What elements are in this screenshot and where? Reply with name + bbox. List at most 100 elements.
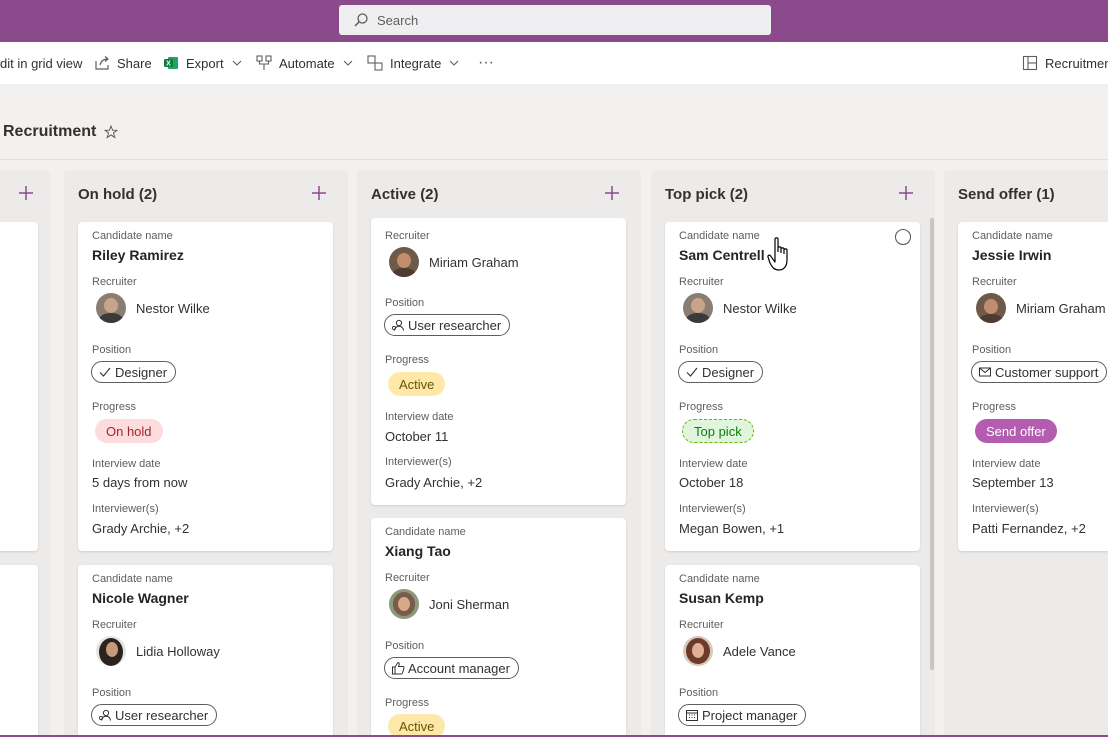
candidate-card[interactable]: Candidate name Xiang Tao Recruiter Joni … (371, 518, 626, 737)
board-column-active: Active (2) Recruiter Miriam Graham Posit… (357, 170, 641, 737)
column-title: Active (2) (371, 186, 439, 203)
add-card-icon[interactable] (897, 184, 915, 202)
automate-icon (256, 55, 272, 71)
interviewers-label: Interviewer(s) (679, 503, 746, 515)
interview-date-label: Interview date (385, 411, 454, 423)
candidate-name: Xiang Tao (385, 543, 451, 559)
position-tag: Designer (678, 361, 764, 383)
checkmark-icon (685, 365, 699, 379)
position-label: Position (972, 344, 1012, 356)
checkmark-icon (98, 365, 112, 379)
recruiter-name: Miriam Graham (1016, 300, 1106, 316)
app-header: Search (0, 0, 1108, 42)
candidate-card[interactable]: Candidate name Susan Kemp Recruiter Adel… (665, 565, 920, 737)
avatar (96, 636, 126, 666)
interviewers-label: Interviewer(s) (92, 503, 159, 515)
edit-grid-view-label: dit in grid view (0, 55, 83, 71)
board-column-send-offer: Send offer (1) Candidate name Jessie Irw… (944, 170, 1108, 737)
share-label: Share (117, 55, 152, 71)
share-button[interactable]: Share (94, 42, 152, 84)
hand-cursor-icon (767, 237, 788, 271)
candidate-name: Susan Kemp (679, 590, 764, 606)
candidate-card[interactable]: Recruiter Miriam Graham Position User re… (371, 218, 626, 505)
recruiter-name: Miriam Graham (429, 254, 519, 270)
candidate-name-label: Candidate name (92, 230, 173, 242)
avatar (683, 636, 713, 666)
interviewers: Grady Archie, +2 (92, 521, 190, 536)
candidate-card[interactable]: Candidate name Riley Ramirez Recruiter N… (78, 222, 333, 551)
chevron-down-icon (232, 58, 242, 68)
candidate-card[interactable] (0, 222, 38, 551)
candidate-card[interactable]: Candidate name Nicole Wagner Recruiter L… (78, 565, 333, 737)
select-card-checkbox[interactable] (894, 228, 912, 246)
interviewers: Megan Bowen, +1 (679, 521, 785, 536)
candidate-name-label: Candidate name (679, 573, 760, 585)
calendar-icon (685, 708, 699, 722)
position-label: Position (385, 297, 425, 309)
more-button[interactable]: ··· (478, 42, 494, 84)
avatar (96, 293, 126, 323)
recruiter-label: Recruiter (679, 619, 724, 631)
position-tag: User researcher (384, 314, 511, 336)
view-switcher[interactable]: Recruitmen (1022, 42, 1108, 84)
integrate-button[interactable]: Integrate (367, 42, 459, 84)
interview-date-label: Interview date (92, 458, 161, 470)
position-tag: User researcher (91, 704, 218, 726)
candidate-card[interactable] (0, 565, 38, 737)
integrate-label: Integrate (390, 55, 442, 71)
position-value: Account manager (408, 660, 510, 676)
candidate-name-label: Candidate name (972, 230, 1053, 242)
position-value: Designer (115, 364, 168, 380)
automate-button[interactable]: Automate (256, 42, 353, 84)
position-tag: Project manager (678, 704, 807, 726)
export-button[interactable]: X Export (163, 42, 242, 84)
recruiter-name: Lidia Holloway (136, 643, 220, 659)
column-scrollbar[interactable] (930, 218, 934, 670)
board-column-top-pick: Top pick (2) Candidate name Sam Centrell… (651, 170, 935, 737)
recruiter-name: Joni Sherman (429, 596, 510, 612)
avatar (683, 293, 713, 323)
chevron-down-icon (343, 58, 353, 68)
recruiter-label: Recruiter (385, 572, 430, 584)
edit-grid-view-button[interactable]: dit in grid view (0, 42, 82, 84)
chevron-down-icon (449, 58, 459, 68)
interview-date: September 13 (972, 475, 1054, 490)
favorite-star-icon[interactable] (104, 125, 118, 139)
position-label: Position (679, 344, 719, 356)
recruiter: Miriam Graham (976, 293, 1106, 323)
interviewers: Patti Fernandez, +2 (972, 521, 1086, 536)
add-card-icon[interactable] (603, 184, 621, 202)
search-box[interactable]: Search (339, 5, 771, 35)
recruiter: Nestor Wilke (96, 293, 210, 323)
progress-pill: Active (388, 372, 446, 396)
interviewers-label: Interviewer(s) (972, 503, 1039, 515)
progress-label: Progress (385, 697, 430, 709)
interview-date: October 11 (385, 429, 449, 444)
more-icon: ··· (478, 54, 494, 71)
search-icon (354, 13, 368, 27)
share-icon (94, 55, 110, 71)
recruiter: Miriam Graham (389, 247, 519, 277)
export-label: Export (186, 55, 224, 71)
recruiter-label: Recruiter (385, 230, 430, 242)
progress-label: Progress (92, 401, 137, 413)
column-title: On hold (2) (78, 186, 158, 203)
interview-date: 5 days from now (92, 475, 188, 490)
progress-label: Progress (972, 401, 1017, 413)
progress-pill: Active (388, 714, 446, 737)
progress-pill: On hold (95, 419, 163, 443)
board-column-on-hold: On hold (2) Candidate name Riley Ramirez… (64, 170, 348, 737)
mail-icon (978, 365, 992, 379)
candidate-card[interactable]: Candidate name Jessie Irwin Recruiter Mi… (958, 222, 1108, 551)
candidate-name-label: Candidate name (679, 230, 760, 242)
candidate-name: Nicole Wagner (92, 590, 189, 606)
search-placeholder: Search (377, 12, 419, 28)
position-value: Customer support (995, 364, 1099, 380)
recruiter-label: Recruiter (92, 276, 137, 288)
add-card-icon[interactable] (17, 184, 35, 202)
person-search-icon (98, 708, 112, 722)
add-card-icon[interactable] (310, 184, 328, 202)
candidate-name: Sam Centrell (679, 247, 765, 263)
view-switcher-label: Recruitmen (1045, 55, 1108, 71)
excel-icon: X (163, 55, 179, 71)
